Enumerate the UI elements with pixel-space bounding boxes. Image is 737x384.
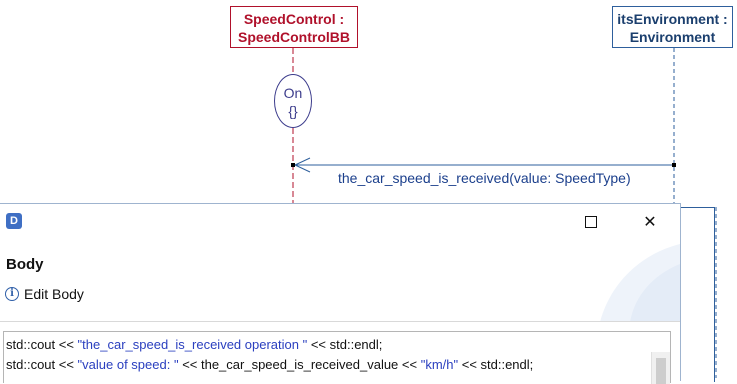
editor-line: std::cout << "the_car_speed_is_received … — [6, 335, 670, 355]
app-icon: D — [6, 213, 22, 229]
message-anchor-right — [672, 163, 676, 167]
code-text: << std::endl; — [458, 357, 534, 372]
dialog-title: Body — [6, 256, 44, 273]
lifeline-speedcontrol[interactable]: SpeedControl : SpeedControlBB — [230, 6, 358, 48]
code-text: std::cout << — [6, 357, 78, 372]
header-decoration — [600, 244, 680, 322]
body-dialog: D ✕ Body i Edit Body std::cout << "the_c… — [0, 203, 681, 384]
body-editor[interactable]: std::cout << "the_car_speed_is_received … — [3, 331, 671, 383]
state-on[interactable]: On {} — [274, 74, 312, 128]
code-text: std::cout << — [6, 337, 78, 352]
message-anchor-left — [291, 163, 295, 167]
code-text: << the_car_speed_is_received_value << — [178, 357, 421, 372]
lifeline-environment-type: Environment — [629, 29, 716, 45]
lifeline-environment-name: itsEnvironment : — [617, 11, 728, 27]
lifeline-speedcontrol-type: SpeedControlBB — [238, 29, 350, 45]
string-literal: "km/h" — [420, 357, 459, 372]
code-text: << std::endl; — [307, 337, 383, 352]
background-frame — [681, 207, 715, 382]
message-label[interactable]: the_car_speed_is_received(value: SpeedTy… — [338, 170, 631, 186]
scrollbar-thumb[interactable] — [656, 358, 666, 384]
state-name: On — [283, 85, 303, 101]
string-literal: "the_car_speed_is_received operation " — [77, 337, 308, 352]
lifeline-environment[interactable]: itsEnvironment : Environment — [612, 6, 733, 48]
maximize-icon — [585, 216, 597, 228]
header-separator — [0, 321, 680, 322]
editor-scrollbar[interactable] — [651, 352, 670, 384]
editor-line: std::cout << "value of speed: " << the_c… — [6, 355, 670, 375]
string-literal: "value of speed: " — [77, 357, 179, 372]
info-icon: i — [5, 287, 19, 301]
dialog-message: i Edit Body — [5, 286, 84, 302]
dialog-message-text: Edit Body — [24, 286, 84, 302]
state-body: {} — [288, 103, 298, 119]
close-icon: ✕ — [643, 214, 657, 231]
lifeline-speedcontrol-name: SpeedControl : — [243, 11, 345, 27]
